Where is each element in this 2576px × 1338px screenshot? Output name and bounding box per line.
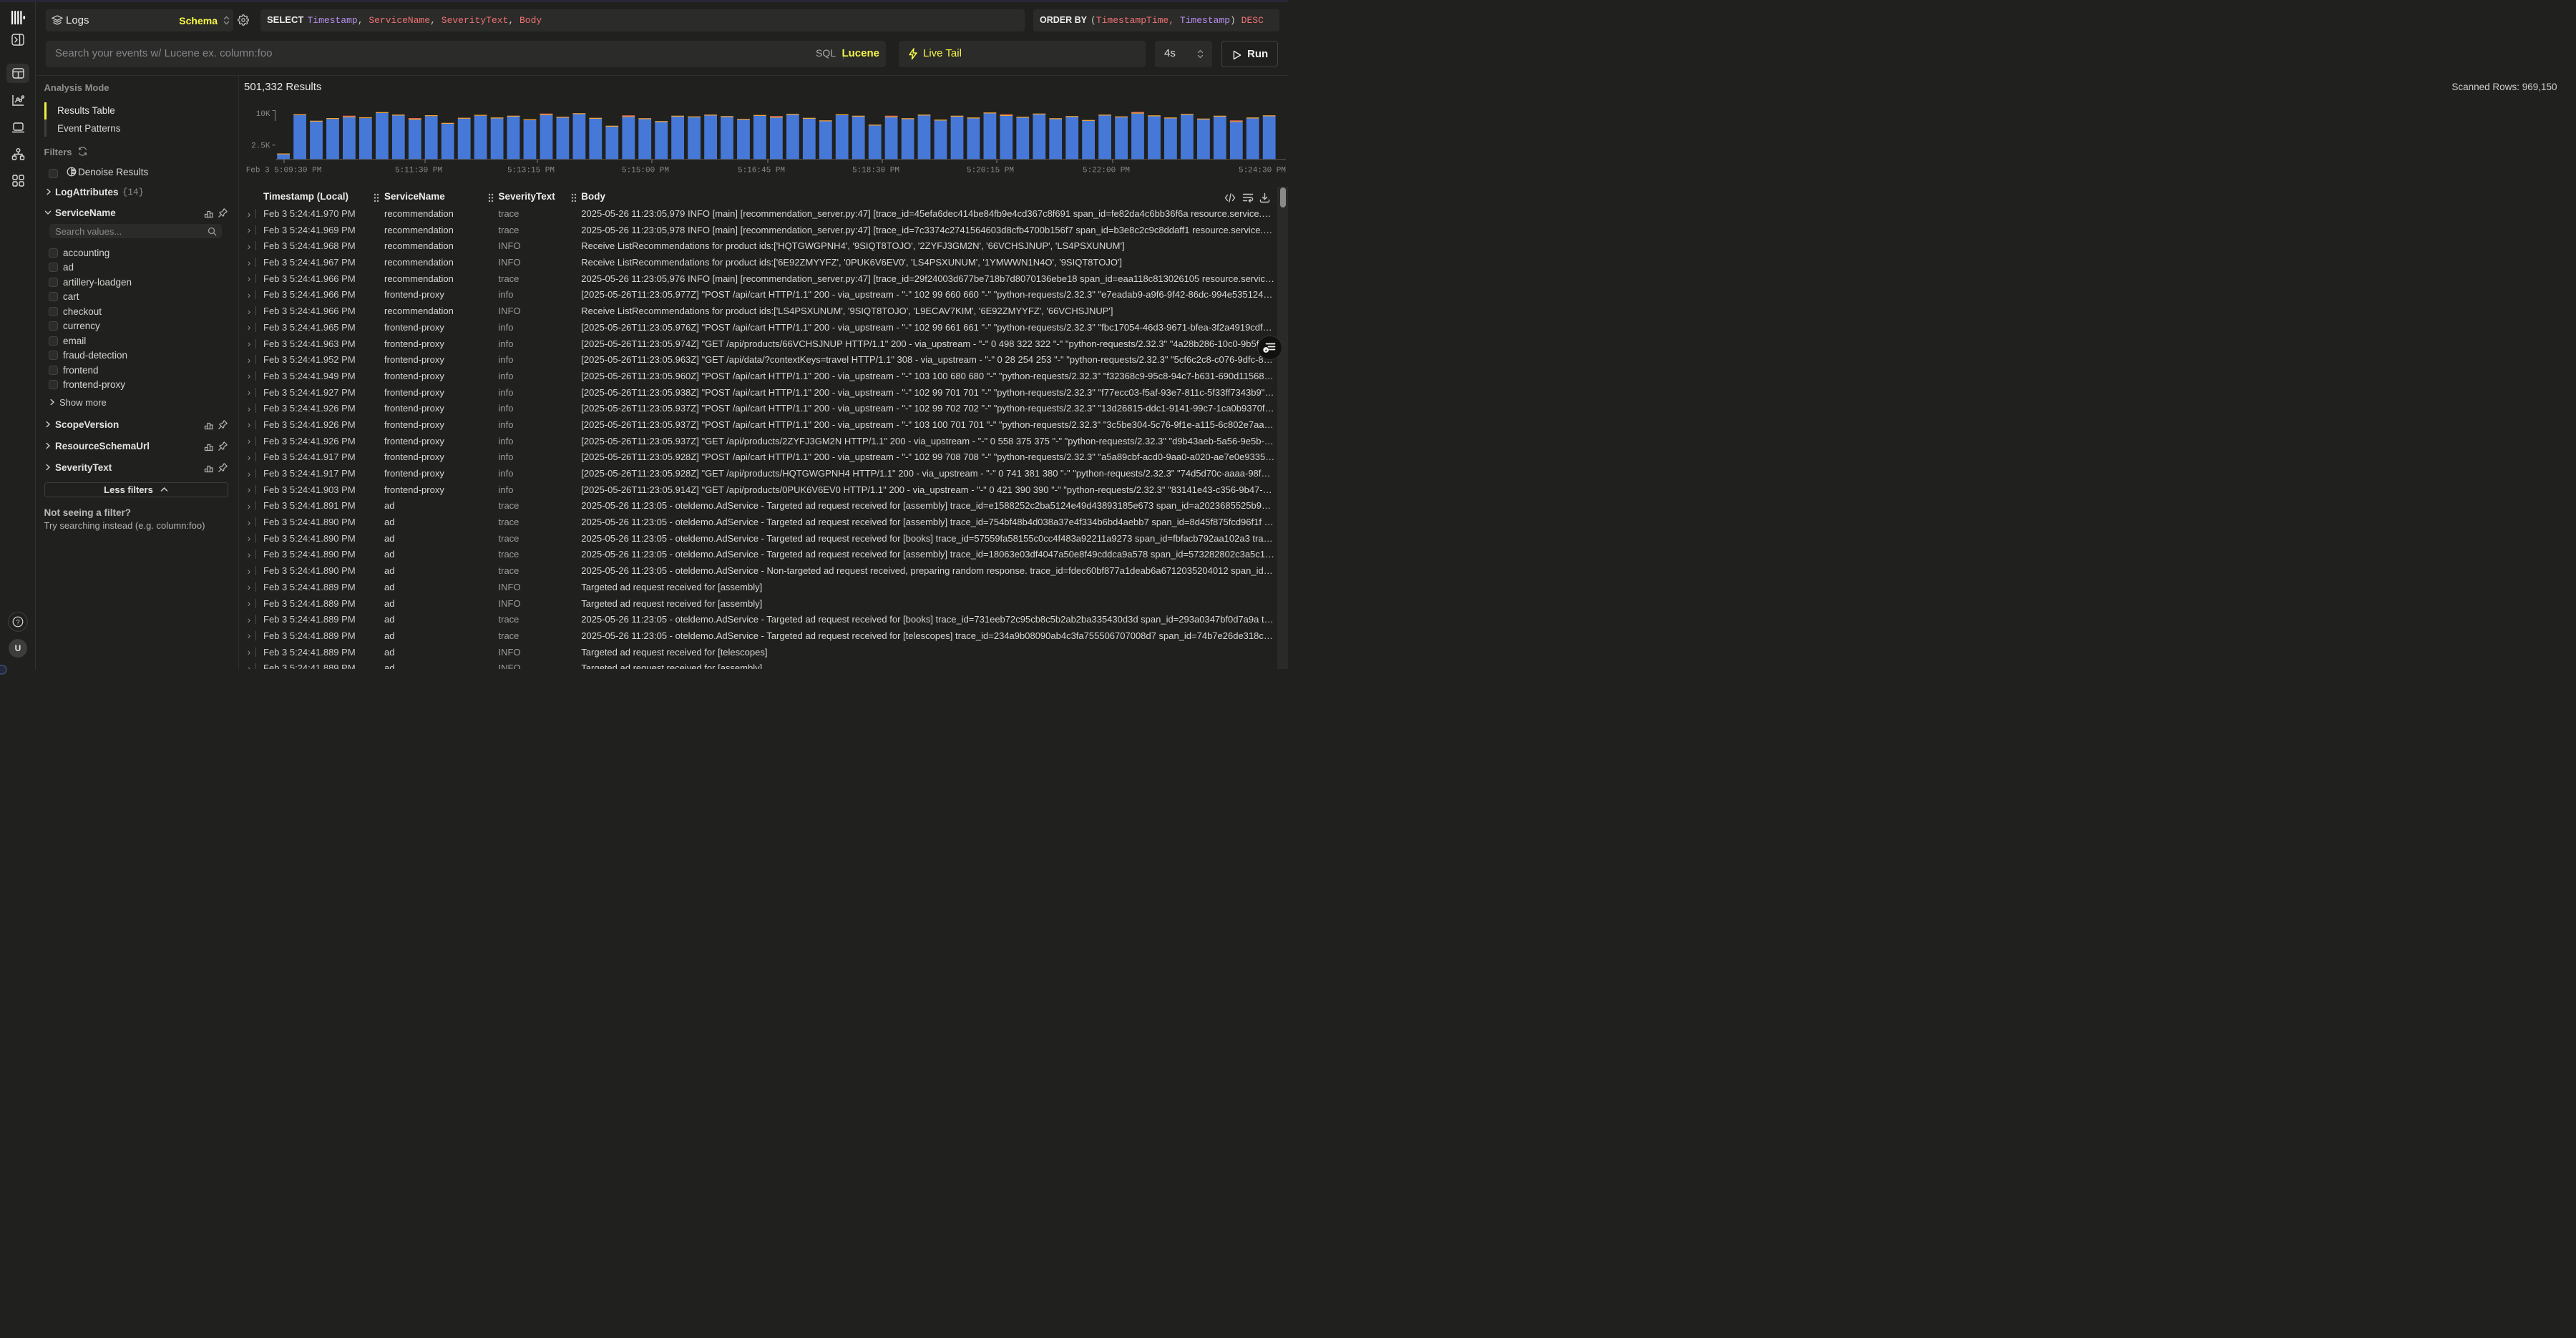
svg-text:Feb 3 5:09:30 PM: Feb 3 5:09:30 PM [246,167,322,175]
svg-text:2.5K: 2.5K [251,142,270,151]
svg-text:5:13:15 PM: 5:13:15 PM [507,167,555,175]
svg-text:5:16:45 PM: 5:16:45 PM [738,167,785,175]
svg-text:10K: 10K [256,110,270,119]
svg-text:5:24:30 PM: 5:24:30 PM [1239,167,1286,175]
svg-text:5:22:00 PM: 5:22:00 PM [1083,167,1130,175]
svg-text:5:15:00 PM: 5:15:00 PM [622,167,669,175]
svg-text:5:20:15 PM: 5:20:15 PM [967,167,1014,175]
svg-text:5:11:30 PM: 5:11:30 PM [395,167,442,175]
svg-text:5:18:30 PM: 5:18:30 PM [852,167,899,175]
svg-text:?: ? [16,619,19,627]
